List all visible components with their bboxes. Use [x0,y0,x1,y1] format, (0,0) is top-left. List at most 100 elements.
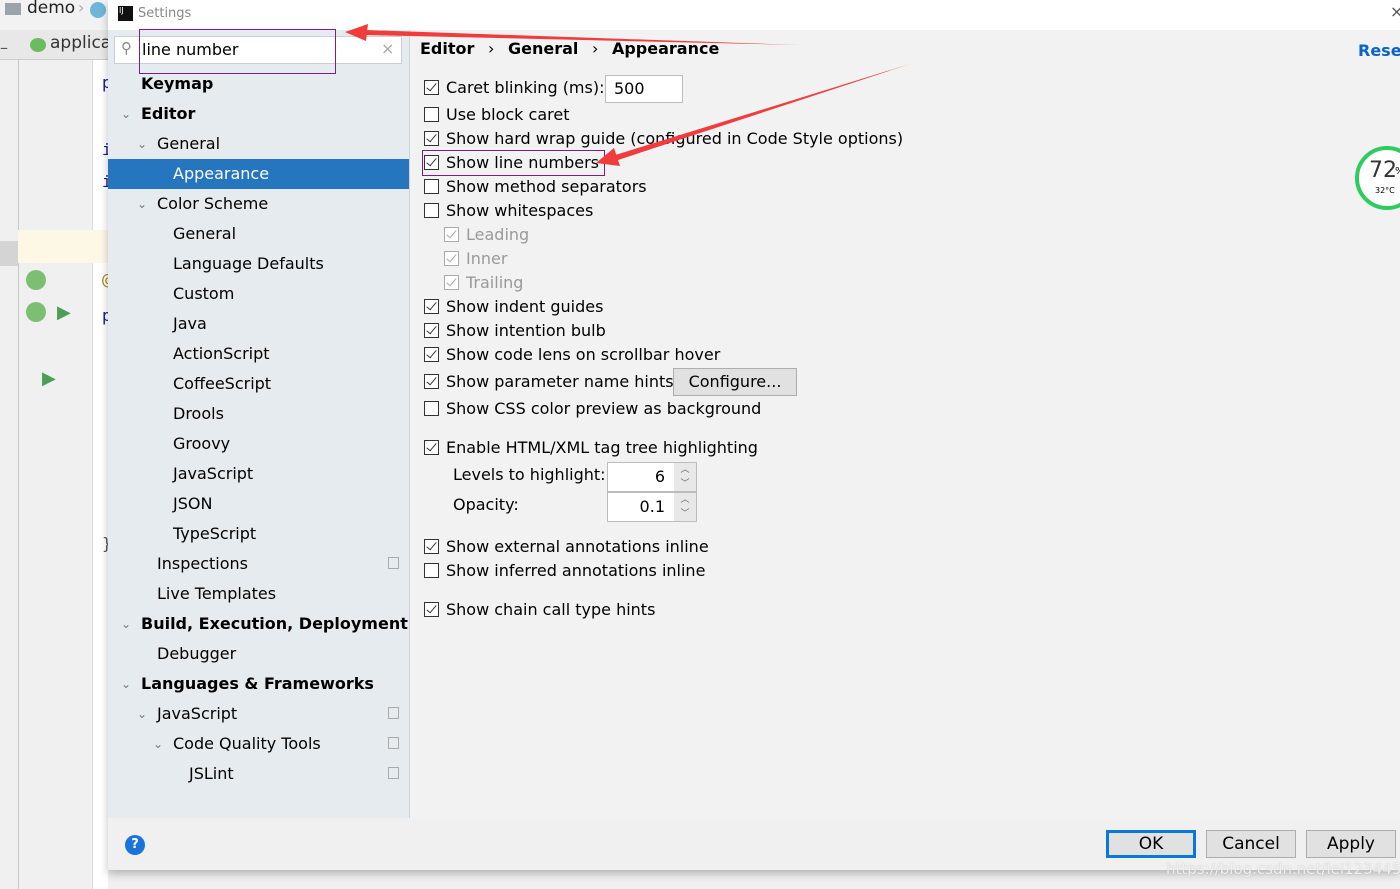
chevron-down-icon[interactable]: ⌄ [121,669,131,699]
tree-item[interactable]: ⌄ Editor [108,99,409,129]
tree-item[interactable]: Inspections [108,549,409,579]
tree-item[interactable]: Language Defaults [108,249,409,279]
checkbox[interactable] [424,107,439,122]
levels-spinner[interactable]: 6 ︿ ﹀ [607,462,697,492]
option-label: Show parameter name hints [446,372,674,391]
clear-search-icon[interactable]: × [381,39,394,58]
option-label: Caret blinking (ms): [446,78,605,97]
option-checkbox[interactable]: Caret blinking (ms): [424,77,604,99]
tree-item[interactable]: ⌄ General [108,129,409,159]
option-checkbox[interactable]: Show chain call type hints [424,599,655,621]
option-checkbox[interactable]: Show whitespaces [424,200,593,222]
checkbox[interactable] [424,563,439,578]
tree-item[interactable]: Appearance [108,159,409,189]
tree-item[interactable]: TypeScript [108,519,409,549]
option-label: Show hard wrap guide (configured in Code… [446,129,904,148]
watermark: https://blog.csdn.net/lei1234456 [1166,860,1400,878]
checkbox[interactable] [424,179,439,194]
close-icon[interactable]: × [1390,2,1400,21]
configure-button[interactable]: Configure... [673,368,797,396]
apply-button[interactable]: Apply [1306,830,1396,858]
checkbox[interactable] [444,275,459,290]
tree-item[interactable]: General [108,219,409,249]
checkbox[interactable] [424,374,439,389]
run-config-icon[interactable] [90,2,106,18]
option-checkbox[interactable]: Show method separators [424,176,647,198]
tree-item[interactable]: ⌄ JavaScript [108,699,409,729]
checkbox[interactable] [424,155,439,170]
checkbox[interactable] [444,227,459,242]
opacity-spinner[interactable]: 0.1 ︿ ﹀ [607,492,697,522]
tree-item[interactable]: JSLint [108,759,409,789]
option-checkbox[interactable]: Show line numbers [422,150,605,176]
project-settings-icon [388,737,399,749]
spinner-down-icon[interactable]: ﹀ [674,477,696,491]
option-checkbox[interactable]: Show parameter name hints [424,371,674,393]
reset-link[interactable]: Reset [1358,41,1400,60]
ok-button[interactable]: OK [1106,830,1196,858]
system-monitor-widget[interactable]: 72 % 32°C [1355,146,1400,210]
tree-item[interactable]: JSON [108,489,409,519]
tree-item[interactable]: Java [108,309,409,339]
run-icon[interactable]: ▶ [57,302,71,323]
option-checkbox[interactable]: Show inferred annotations inline [424,560,705,582]
chevron-down-icon[interactable]: ⌄ [137,699,147,729]
tree-item[interactable]: CoffeeScript [108,369,409,399]
option-checkbox[interactable]: Show indent guides [424,296,603,318]
tree-item-label: Appearance [173,164,270,183]
tree-item[interactable]: ⌄ Build, Execution, Deployment [108,609,409,639]
tree-item[interactable]: Live Templates [108,579,409,609]
checkbox[interactable] [424,203,439,218]
tree-item[interactable]: ⌄ Code Quality Tools [108,729,409,759]
tree-item[interactable]: Groovy [108,429,409,459]
spinner-down-icon[interactable]: ﹀ [674,507,696,521]
tree-item-label: Code Quality Tools [173,734,321,753]
checkbox[interactable] [424,323,439,338]
chevron-down-icon[interactable]: ⌄ [137,189,147,219]
tree-item-label: General [173,224,237,243]
chevron-down-icon[interactable]: ⌄ [121,609,131,639]
caret-blink-input[interactable]: 500 [605,75,683,103]
option-checkbox[interactable]: Show code lens on scrollbar hover [424,344,720,366]
chevron-down-icon[interactable]: ⌄ [121,99,131,129]
checkbox[interactable] [424,602,439,617]
option-checkbox[interactable]: Show CSS color preview as background [424,398,761,420]
option-checkbox[interactable]: Use block caret [424,104,569,126]
option-checkbox[interactable]: Show intention bulb [424,320,606,342]
tree-item[interactable]: ActionScript [108,339,409,369]
option-checkbox[interactable]: Leading [444,224,529,246]
tree-item[interactable]: ⌄ Languages & Frameworks [108,669,409,699]
tree-item[interactable]: Custom [108,279,409,309]
chevron-down-icon[interactable]: ⌄ [137,129,147,159]
spring-app-icon[interactable] [26,302,46,322]
option-checkbox[interactable]: Enable HTML/XML tag tree highlighting [424,437,758,459]
spring-bean-icon[interactable] [26,270,46,290]
run-icon[interactable]: ▶ [42,368,56,389]
tree-item[interactable]: ⌄ Color Scheme [108,189,409,219]
tree-item[interactable]: Debugger [108,639,409,669]
cancel-button[interactable]: Cancel [1206,830,1296,858]
chevron-down-icon[interactable]: ⌄ [153,729,163,759]
help-button[interactable]: ? [125,835,145,855]
option-checkbox[interactable]: Show external annotations inline [424,536,709,558]
option-label: Show CSS color preview as background [446,399,762,418]
levels-value[interactable]: 6 [655,463,665,491]
checkbox[interactable] [424,539,439,554]
option-checkbox[interactable]: Show hard wrap guide (configured in Code… [424,128,903,150]
checkbox[interactable] [424,299,439,314]
checkbox[interactable] [424,131,439,146]
checkbox[interactable] [424,401,439,416]
checkbox[interactable] [424,347,439,362]
spinner-up-icon[interactable]: ︿ [674,493,696,507]
tree-item[interactable]: JavaScript [108,459,409,489]
option-checkbox[interactable]: Inner [444,248,507,270]
opacity-value[interactable]: 0.1 [640,493,665,521]
checkbox[interactable] [424,440,439,455]
checkbox[interactable] [424,80,439,95]
option-checkbox[interactable]: Trailing [444,272,523,294]
checkbox[interactable] [444,251,459,266]
option-label: Inner [466,249,508,268]
project-name[interactable]: demo [27,0,75,18]
spinner-up-icon[interactable]: ︿ [674,463,696,477]
tree-item[interactable]: Drools [108,399,409,429]
